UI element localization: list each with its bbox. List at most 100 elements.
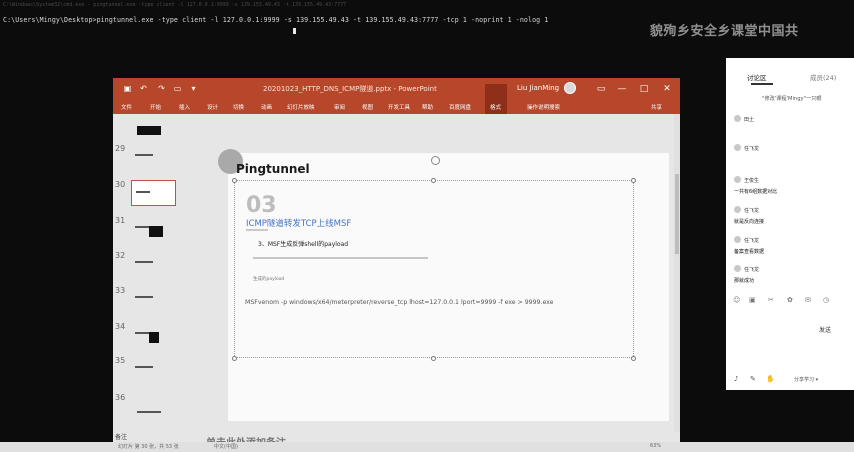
message-author: 任飞龙 [744, 238, 760, 244]
share-button[interactable]: 共享 [651, 103, 662, 111]
rotate-handle-icon[interactable] [431, 156, 440, 165]
customize-icon[interactable]: ▾ [189, 84, 198, 93]
tab-insert[interactable]: 插入 [179, 103, 190, 111]
hand-icon[interactable]: ✋ [766, 375, 775, 383]
tab-view[interactable]: 视图 [362, 103, 373, 111]
console-cursor [293, 28, 296, 34]
resize-handle[interactable] [431, 356, 436, 361]
slide-title[interactable]: Pingtunnel [236, 162, 310, 176]
gift-icon[interactable]: ✉ [805, 296, 811, 304]
save-icon[interactable]: ▣ [123, 84, 132, 93]
tab-home[interactable]: 开始 [150, 103, 161, 111]
chat-panel: 讨论区 成员(24) "修改'课程'Mingy"一只眼 田土 任飞龙 王俊生 一… [726, 58, 854, 390]
avatar [734, 236, 741, 243]
console-title: C:\Windows\System32\cmd.exe - pingtunnel… [3, 2, 347, 8]
minimize-button[interactable]: — [616, 83, 628, 95]
slide-thumbnail[interactable] [131, 144, 176, 170]
tab-design[interactable]: 设计 [207, 103, 218, 111]
thumb-number: 36 [115, 393, 126, 402]
resize-handle[interactable] [431, 178, 436, 183]
undo-icon[interactable]: ↶ [139, 84, 148, 93]
message-text: 那就成功 [734, 278, 755, 284]
clock-icon[interactable]: ◷ [823, 296, 829, 304]
tab-developer[interactable]: 开发工具 [388, 103, 410, 111]
thumbnail-pane[interactable]: 29 30 31 32 33 34 35 36 [113, 114, 193, 432]
message-author: 任飞龙 [744, 208, 760, 214]
share-learning[interactable]: 分享学习 ▾ [794, 376, 818, 383]
flower-icon[interactable]: ✿ [787, 296, 793, 304]
slide-counter: 幻灯片 第 30 张，共 53 张 [118, 444, 179, 450]
message-text: 一共有6组数据对比 [734, 189, 778, 195]
avatar [734, 176, 741, 183]
vertical-scrollbar[interactable] [674, 114, 680, 432]
tell-me-search[interactable]: 操作说明搜索 [527, 103, 560, 111]
emoji-icon[interactable]: ☺ [733, 296, 740, 304]
section-subtitle: ICMP隧道转发TCP上线MSF [246, 219, 352, 229]
subtitle-underline [246, 229, 268, 231]
user-name[interactable]: Liu JianMing [517, 84, 559, 92]
document-title: 20201023_HTTP_DNS_ICMP隧道.pptx - PowerPoi… [263, 85, 437, 93]
scissors-icon[interactable]: ✂ [768, 296, 774, 304]
message-author: 任飞龙 [744, 267, 760, 273]
zoom-level[interactable]: 63% [650, 443, 661, 449]
pen-icon[interactable]: ✎ [750, 375, 756, 383]
chat-tabs: 讨论区 成员(24) [726, 58, 854, 88]
tab-review[interactable]: 审阅 [334, 103, 345, 111]
ribbon-display-icon[interactable]: ▭ [595, 83, 607, 95]
thumb-number: 34 [115, 322, 126, 331]
slide-canvas[interactable]: Pingtunnel 03 ICMP隧道转发TCP上线MSF 3、MSF生成反弹… [218, 149, 669, 421]
close-button[interactable]: ✕ [661, 83, 673, 95]
chat-toolbar: ☺ ▣ ✂ ✿ ✉ ◷ [726, 294, 854, 308]
resize-handle[interactable] [631, 178, 636, 183]
avatar[interactable] [564, 82, 576, 94]
tab-help[interactable]: 帮助 [422, 103, 433, 111]
section-number: 03 [246, 193, 277, 218]
avatar [734, 265, 741, 272]
tab-format[interactable]: 格式 [490, 103, 501, 111]
resize-handle[interactable] [232, 356, 237, 361]
resize-handle[interactable] [631, 356, 636, 361]
start-slideshow-icon[interactable]: ▭ [173, 84, 182, 93]
thumb-number: 30 [115, 180, 126, 189]
send-button[interactable]: 发送 [819, 325, 831, 334]
redo-icon[interactable]: ↷ [157, 84, 166, 93]
language-indicator[interactable]: 中文(中国) [214, 443, 238, 450]
selection-box [234, 180, 634, 358]
tab-slideshow[interactable]: 幻灯片放映 [287, 103, 315, 111]
slide-thumbnail[interactable] [131, 216, 176, 242]
avatar [734, 144, 741, 151]
console-command-line[interactable]: C:\Users\Mingy\Desktop>pingtunnel.exe -t… [3, 16, 548, 24]
thumb-number: 33 [115, 286, 126, 295]
slide-thumbnail[interactable] [131, 322, 176, 348]
slide-thumbnail[interactable] [131, 286, 176, 312]
mic-icon[interactable]: ♪ [734, 375, 738, 383]
slide-thumbnail[interactable] [131, 393, 176, 419]
watermark: 貌殉乡安全乡课堂中国共 [650, 24, 799, 39]
avatar [734, 206, 741, 213]
message-author: 田土 [744, 117, 755, 123]
thumb-number: 35 [115, 356, 126, 365]
notes-label[interactable]: 备注 [115, 432, 127, 441]
slide-thumbnail-selected[interactable] [131, 180, 176, 206]
slide-thumbnail[interactable] [131, 356, 176, 382]
tab-animations[interactable]: 动画 [261, 103, 272, 111]
main-pane: 29 30 31 32 33 34 35 36 Pingtunnel 03 IC… [113, 114, 680, 432]
image-icon[interactable]: ▣ [749, 296, 756, 304]
thumb-number: 29 [115, 144, 126, 153]
message-author: 王俊生 [744, 178, 760, 184]
message-text: 备案查看数据 [734, 249, 765, 255]
chat-footer: ♪ ✎ ✋ 分享学习 ▾ [726, 374, 854, 390]
status-bar: 幻灯片 第 30 张，共 53 张 中文(中国) 63% [0, 442, 854, 452]
slide-thumbnail[interactable] [131, 251, 176, 277]
ribbon-tabs: 文件 开始 插入 设计 切换 动画 幻灯片放映 审阅 视图 开发工具 帮助 百度… [113, 84, 680, 114]
tab-members[interactable]: 成员(24) [810, 72, 836, 82]
scrollbar-thumb[interactable] [675, 174, 679, 254]
tab-file[interactable]: 文件 [121, 103, 132, 111]
tab-baidu[interactable]: 百度网盘 [449, 103, 471, 111]
thumb-number: 32 [115, 251, 126, 260]
slide-thumbnail[interactable] [131, 120, 176, 146]
tab-discussion[interactable]: 讨论区 [747, 72, 767, 82]
resize-handle[interactable] [232, 178, 237, 183]
maximize-button[interactable]: □ [638, 83, 650, 95]
tab-transitions[interactable]: 切换 [233, 103, 244, 111]
